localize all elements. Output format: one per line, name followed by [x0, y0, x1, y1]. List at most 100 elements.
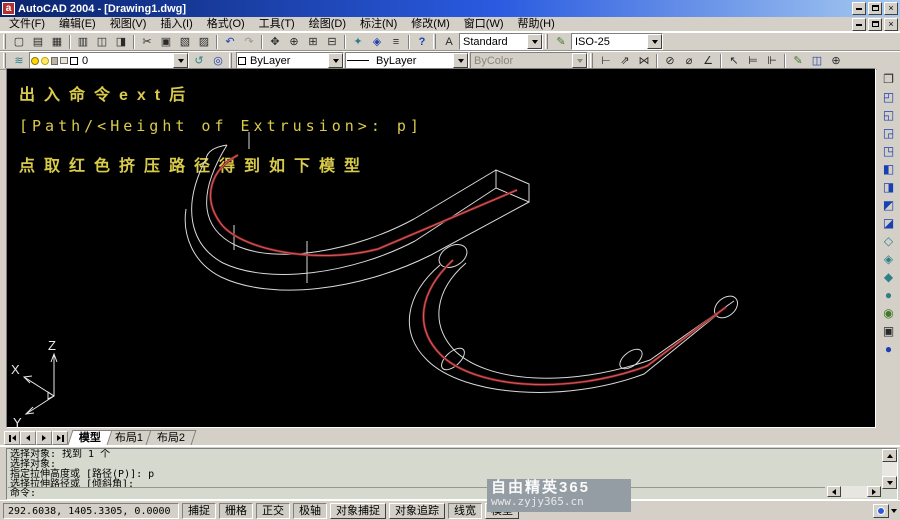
toolbar-grip[interactable] [545, 34, 548, 49]
communication-center-icon[interactable] [873, 504, 889, 518]
materials-button[interactable]: ● [879, 340, 899, 358]
chevron-down-icon[interactable] [328, 53, 343, 68]
make-layer-current-button[interactable]: ◎ [209, 53, 227, 69]
chevron-down-icon[interactable] [527, 34, 542, 49]
toolbar-grip[interactable] [590, 53, 593, 68]
continue-dimension-button[interactable]: ⊩ [763, 53, 781, 69]
se-isometric-view-button[interactable]: ◪ [879, 214, 899, 232]
drawing-canvas[interactable]: 出入命令ext后 [Path/<Height of Extrusion>: p]… [6, 68, 876, 428]
layer-freeze-icon[interactable] [41, 57, 49, 65]
toolbar-grip[interactable] [3, 34, 6, 49]
scroll-right-icon[interactable] [867, 486, 881, 497]
dim-style-button[interactable]: ✎ [552, 34, 570, 50]
menu-format[interactable]: 格式(O) [200, 17, 252, 31]
scroll-left-icon[interactable] [827, 486, 841, 497]
command-input[interactable]: 命令: [8, 487, 825, 499]
quick-dimension-button[interactable]: ⋈ [635, 53, 653, 69]
radius-dimension-button[interactable]: ⊘ [661, 53, 679, 69]
doc-restore-button[interactable] [868, 18, 882, 31]
menu-insert[interactable]: 插入(I) [153, 17, 199, 31]
toolbar-grip[interactable] [3, 53, 6, 68]
cut-button[interactable]: ✂ [138, 34, 156, 50]
front-view-button[interactable]: ◧ [879, 160, 899, 178]
plot-preview-button[interactable]: ◫ [93, 34, 111, 50]
menu-view[interactable]: 视图(V) [103, 17, 154, 31]
tab-first-button[interactable] [4, 431, 20, 445]
doc-minimize-button[interactable] [852, 18, 866, 31]
layer-combo[interactable]: 0 [29, 52, 189, 69]
minimize-button[interactable] [852, 2, 866, 15]
otrack-toggle[interactable]: 对象追踪 [389, 503, 445, 519]
properties-button[interactable]: ≡ [387, 34, 405, 50]
command-history[interactable]: 选择对象: 找到 1 个 选择对象: 指定拉伸高度或 [路径(P)]: p 选择… [8, 449, 881, 488]
text-style-button[interactable]: A [440, 34, 458, 50]
save-button[interactable]: ▦ [48, 34, 66, 50]
named-views-button[interactable]: ❐ [879, 70, 899, 88]
right-view-button[interactable]: ◳ [879, 142, 899, 160]
tab-previous-button[interactable] [20, 431, 36, 445]
top-view-button[interactable]: ◰ [879, 88, 899, 106]
polar-toggle[interactable]: 极轴 [293, 503, 327, 519]
baseline-dimension-button[interactable]: ⊨ [744, 53, 762, 69]
lineweight-toggle[interactable]: 线宽 [448, 503, 482, 519]
linear-dimension-button[interactable]: ⊢ [597, 53, 615, 69]
render-button[interactable]: ◉ [879, 304, 899, 322]
wireframe-2d-shade-button[interactable]: ◇ [879, 232, 899, 250]
dim-style-combo[interactable]: ISO-25 [571, 33, 663, 50]
menu-modify[interactable]: 修改(M) [404, 17, 457, 31]
scroll-down-icon[interactable] [882, 476, 897, 489]
zoom-window-button[interactable]: ⊞ [304, 34, 322, 50]
layer-lock-icon[interactable] [51, 57, 58, 65]
dimension-style-button[interactable]: ◫ [808, 53, 826, 69]
scroll-track[interactable] [841, 486, 867, 498]
restore-button[interactable] [868, 2, 882, 15]
color-combo[interactable]: ByLayer [236, 52, 344, 69]
toolbar-grip[interactable] [433, 34, 436, 49]
new-button[interactable]: ▢ [10, 34, 28, 50]
chevron-down-icon[interactable] [453, 53, 468, 68]
bottom-view-button[interactable]: ◱ [879, 106, 899, 124]
help-button[interactable]: ? [413, 34, 431, 50]
command-scrollbar[interactable] [882, 449, 897, 489]
linetype-combo[interactable]: ByLayer [345, 52, 469, 69]
wireframe-3d-shade-button[interactable]: ◈ [879, 250, 899, 268]
toolbar-overflow-button[interactable]: ⊕ [827, 53, 845, 69]
dimension-edit-button[interactable]: ✎ [789, 53, 807, 69]
left-view-button[interactable]: ◲ [879, 124, 899, 142]
menu-file[interactable]: 文件(F) [2, 17, 52, 31]
publish-button[interactable]: ◨ [112, 34, 130, 50]
menu-tools[interactable]: 工具(T) [252, 17, 302, 31]
undo-button[interactable]: ↶ [221, 34, 239, 50]
menu-help[interactable]: 帮助(H) [511, 17, 562, 31]
close-button[interactable]: × [884, 2, 898, 15]
chevron-down-icon[interactable] [647, 34, 662, 49]
hidden-shade-button[interactable]: ◆ [879, 268, 899, 286]
menu-edit[interactable]: 编辑(E) [52, 17, 103, 31]
pan-button[interactable]: ✥ [266, 34, 284, 50]
diameter-dimension-button[interactable]: ⌀ [680, 53, 698, 69]
tab-next-button[interactable] [36, 431, 52, 445]
layer-on-icon[interactable] [31, 57, 39, 65]
designcenter-button[interactable]: ◈ [368, 34, 386, 50]
layers-button[interactable]: ≋ [10, 53, 28, 69]
menu-window[interactable]: 窗口(W) [457, 17, 511, 31]
open-button[interactable]: ▤ [29, 34, 47, 50]
paste-button[interactable]: ▧ [176, 34, 194, 50]
gouraud-shade-button[interactable]: ● [879, 286, 899, 304]
tab-model[interactable]: 模型 [68, 430, 113, 445]
copy-button[interactable]: ▣ [157, 34, 175, 50]
zoom-previous-button[interactable]: ⊟ [323, 34, 341, 50]
plot-button[interactable]: ▥ [74, 34, 92, 50]
command-hscrollbar[interactable] [827, 486, 881, 498]
osnap-toggle[interactable]: 对象捕捉 [330, 503, 386, 519]
zoom-realtime-button[interactable]: ⊕ [285, 34, 303, 50]
match-properties-button[interactable]: ▨ [195, 34, 213, 50]
toolbar-grip[interactable] [229, 53, 232, 68]
chevron-down-icon[interactable] [173, 53, 188, 68]
grid-toggle[interactable]: 栅格 [219, 503, 253, 519]
tab-layout2[interactable]: 布局2 [146, 430, 197, 445]
ortho-toggle[interactable]: 正交 [256, 503, 290, 519]
quick-leader-button[interactable]: ↖ [725, 53, 743, 69]
scene-button[interactable]: ▣ [879, 322, 899, 340]
back-view-button[interactable]: ◨ [879, 178, 899, 196]
